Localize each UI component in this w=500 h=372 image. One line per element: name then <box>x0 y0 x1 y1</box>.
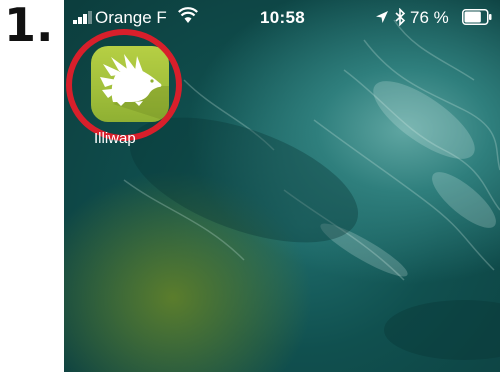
bluetooth-icon <box>395 8 406 26</box>
battery-percentage: 76 % <box>410 8 449 27</box>
signal-strength-icon <box>73 11 92 24</box>
wifi-icon <box>178 7 198 23</box>
phone-home-screen: Orange F 10:58 76 % Illiwap <box>64 0 500 372</box>
location-arrow-icon <box>376 11 388 23</box>
status-time: 10:58 <box>260 8 305 27</box>
highlight-circle <box>66 29 182 141</box>
tutorial-step: 1. Orange F 10:58 76 % Illiwap <box>0 0 500 372</box>
carrier-name: Orange F <box>95 8 167 27</box>
step-number: 1. <box>4 0 54 52</box>
app-label: Illiwap <box>94 130 136 147</box>
battery-icon <box>462 9 492 25</box>
